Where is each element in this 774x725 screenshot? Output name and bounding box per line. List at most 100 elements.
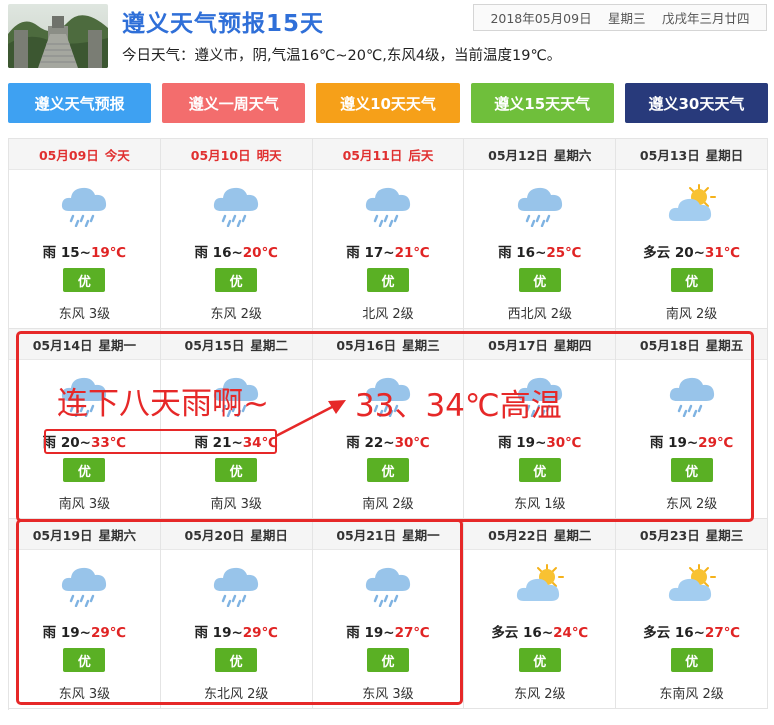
temp-low: 16 (523, 625, 542, 641)
rain-cloud-icon (515, 183, 565, 228)
day-label: 星期一 (98, 337, 137, 353)
day-header: 05月21日 星期一 (312, 519, 464, 550)
rain-cloud-icon (211, 183, 261, 228)
day-date: 05月20日 (184, 527, 245, 543)
temp-low: 16 (212, 245, 232, 261)
day-cell[interactable]: 05月11日 后天雨 17~21℃ 优北风 2级 (312, 139, 465, 329)
wind-info: 东风 2级 (210, 307, 262, 322)
weather-condition: 雨 (346, 245, 360, 261)
temperature-range: 雨 19~29℃ (649, 435, 734, 451)
air-quality-badge: 优 (215, 458, 258, 482)
temp-high: 29℃ (698, 435, 734, 451)
air-quality-badge: 优 (518, 648, 561, 672)
date-box: 2018年05月09日 星期三 戊戌年三月廿四 (473, 4, 767, 31)
partly-cloudy-icon (515, 563, 565, 607)
day-cell[interactable]: 05月18日 星期五雨 19~29℃ 优东风 2级 (616, 329, 768, 519)
day-label: 星期一 (402, 527, 440, 543)
day-cell[interactable]: 05月12日 星期六雨 16~25℃ 优西北风 2级 (464, 139, 617, 329)
temp-low: 19 (212, 625, 232, 641)
day-label: 星期二 (250, 337, 288, 353)
temp-high: 29℃ (242, 625, 278, 641)
day-cell[interactable]: 05月22日 星期二 多云 16~24℃ 优东风 2级 (464, 519, 617, 709)
day-date: 05月14日 (32, 337, 93, 353)
wind-info: 东北风 2级 (203, 687, 269, 702)
temperature-range: 雨 16~25℃ (498, 245, 582, 261)
wind-info: 东风 2级 (514, 687, 566, 702)
lunar-date: 戊戌年三月廿四 (662, 11, 750, 26)
air-quality-badge: 优 (63, 648, 106, 672)
temperature-range: 雨 20~33℃ (42, 435, 127, 451)
rain-cloud-icon (363, 563, 413, 608)
forecast-row: 05月09日 今天雨 15~19℃ 优东风 3级 05月10日 明天雨 16~20℃ 优东… (9, 139, 768, 329)
city-thumbnail-image (8, 4, 108, 68)
temp-low: 20 (674, 245, 694, 261)
air-quality-badge: 优 (670, 648, 713, 672)
wind-info: 东风 1级 (514, 497, 566, 512)
wind-info: 南风 3级 (58, 497, 111, 512)
page-header: 遵义天气预报15天 今日天气：遵义市，阴,气温16℃~20℃,东风4级，当前温度… (0, 0, 774, 80)
rain-cloud-icon (667, 373, 717, 418)
weather-condition: 雨 (498, 435, 512, 451)
temp-high: 27℃ (394, 625, 430, 641)
day-cell[interactable]: 05月13日 星期日 多云 20~31℃ 优南风 2级 (616, 139, 768, 329)
temp-high: 24℃ (553, 625, 589, 641)
temp-high: 33℃ (90, 435, 127, 451)
day-date: 05月11日 (342, 147, 403, 163)
temperature-range: 多云 16~27℃ (643, 625, 741, 641)
day-header: 05月09日 今天 (9, 139, 160, 170)
day-label: 星期六 (98, 527, 137, 543)
day-cell[interactable]: 05月10日 明天雨 16~20℃ 优东风 2级 (160, 139, 313, 329)
day-date: 05月21日 (336, 527, 397, 543)
air-quality-badge: 优 (366, 458, 409, 482)
day-cell[interactable]: 05月23日 星期三 多云 16~27℃ 优东南风 2级 (616, 519, 768, 709)
temp-high: 29℃ (90, 625, 127, 641)
temperature-range: 多云 20~31℃ (643, 245, 741, 261)
forecast-row: 05月19日 星期六雨 19~29℃ 优东风 3级 05月20日 星期日雨 19~29℃… (9, 519, 768, 709)
annotation-arrow (275, 400, 346, 438)
tab-30-days[interactable]: 遵义30天天气 (624, 83, 769, 123)
day-label: 星期日 (250, 527, 288, 543)
day-header: 05月13日 星期日 (616, 139, 767, 170)
day-header: 05月18日 星期五 (616, 329, 767, 360)
temp-low: 19 (668, 435, 687, 451)
temp-low: 16 (674, 625, 694, 641)
today-weather-summary: 今日天气：遵义市，阴,气温16℃~20℃,东风4级，当前温度19℃。 (122, 48, 562, 64)
day-cell[interactable]: 05月09日 今天雨 15~19℃ 优东风 3级 (9, 139, 161, 329)
tab-forecast[interactable]: 遵义天气预报 (8, 83, 152, 123)
wind-info: 南风 3级 (210, 497, 262, 512)
day-header: 05月16日 星期三 (312, 329, 464, 360)
day-date: 05月10日 (190, 147, 251, 163)
temp-high: 30℃ (394, 435, 430, 451)
tab-10-days[interactable]: 遵义10天天气 (316, 83, 460, 123)
day-cell[interactable]: 05月20日 星期日雨 19~29℃ 优东北风 2级 (160, 519, 313, 709)
day-cell[interactable]: 05月21日 星期一雨 19~27℃ 优东风 3级 (312, 519, 465, 709)
day-cell[interactable]: 05月19日 星期六雨 19~29℃ 优东风 3级 (9, 519, 161, 709)
day-header: 05月22日 星期二 (464, 519, 616, 550)
air-quality-badge: 优 (215, 648, 258, 672)
day-cell[interactable]: 05月14日 星期一雨 20~33℃ 优南风 3级 (9, 329, 161, 519)
wind-info: 西北风 2级 (507, 307, 572, 322)
air-quality-badge: 优 (63, 458, 106, 482)
day-label: 星期四 (553, 337, 592, 353)
weather-condition: 雨 (42, 435, 57, 451)
air-quality-badge: 优 (215, 268, 258, 292)
day-header: 05月15日 星期二 (160, 329, 312, 360)
tab-15-days[interactable]: 遵义15天天气 (470, 83, 614, 123)
day-date: 05月17日 (488, 337, 548, 353)
current-date: 2018年05月09日 (490, 11, 592, 26)
day-header: 05月11日 后天 (312, 139, 464, 170)
weather-condition: 雨 (42, 245, 57, 261)
wind-info: 北风 2级 (362, 307, 414, 322)
day-date: 05月18日 (639, 337, 700, 353)
weather-condition: 雨 (194, 625, 208, 641)
temp-high: 31℃ (704, 245, 741, 261)
day-header: 05月23日 星期三 (616, 519, 767, 550)
day-date: 05月15日 (184, 337, 245, 353)
tab-one-week[interactable]: 遵义一周天气 (162, 83, 306, 123)
day-label: 后天 (408, 147, 434, 163)
temperature-range: 雨 15~19℃ (42, 245, 127, 261)
partly-cloudy-icon (667, 183, 717, 227)
current-weekday: 星期三 (608, 11, 646, 26)
air-quality-badge: 优 (670, 268, 713, 292)
temp-low: 15 (60, 245, 80, 261)
